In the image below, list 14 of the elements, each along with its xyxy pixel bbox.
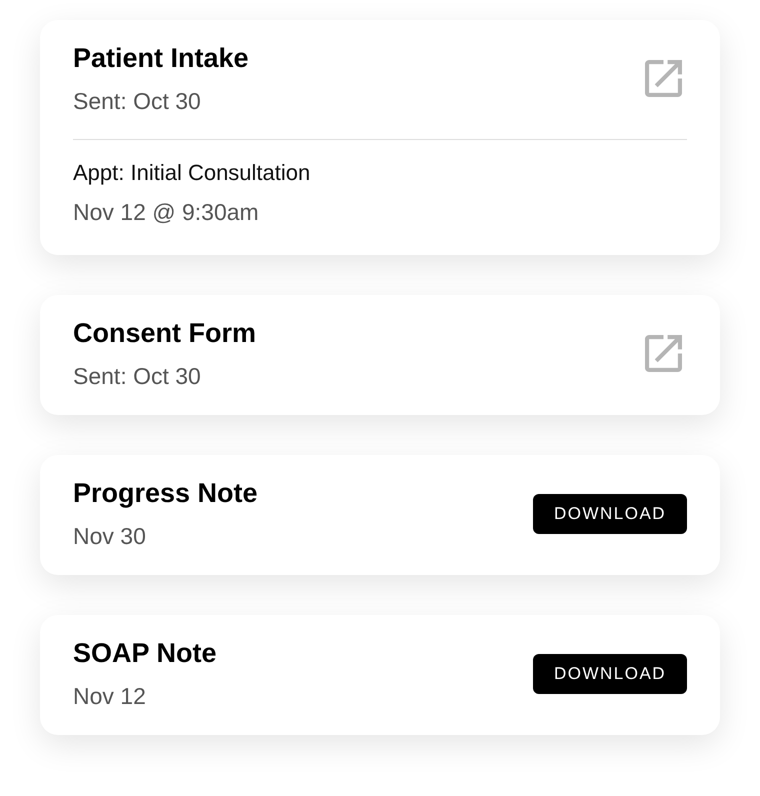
- card-title: Progress Note: [73, 477, 258, 509]
- appointment-label: Appt: Initial Consultation: [73, 159, 312, 187]
- download-button[interactable]: DOWNLOAD: [533, 494, 687, 534]
- appointment-time: Nov 12 @ 9:30am: [73, 198, 260, 226]
- card-title: Consent Form: [73, 317, 256, 349]
- card-subtitle: Sent: Oct 30: [73, 87, 202, 115]
- download-button[interactable]: DOWNLOAD: [533, 654, 687, 694]
- external-link-icon[interactable]: [645, 335, 682, 372]
- card-subtitle: Sent: Oct 30: [73, 362, 202, 390]
- card-title: SOAP Note: [73, 637, 217, 669]
- card-subtitle: Nov 30: [73, 522, 147, 550]
- card-title: Patient Intake: [73, 42, 249, 74]
- external-link-icon[interactable]: [645, 60, 682, 97]
- card-subtitle: Nov 12: [73, 682, 147, 710]
